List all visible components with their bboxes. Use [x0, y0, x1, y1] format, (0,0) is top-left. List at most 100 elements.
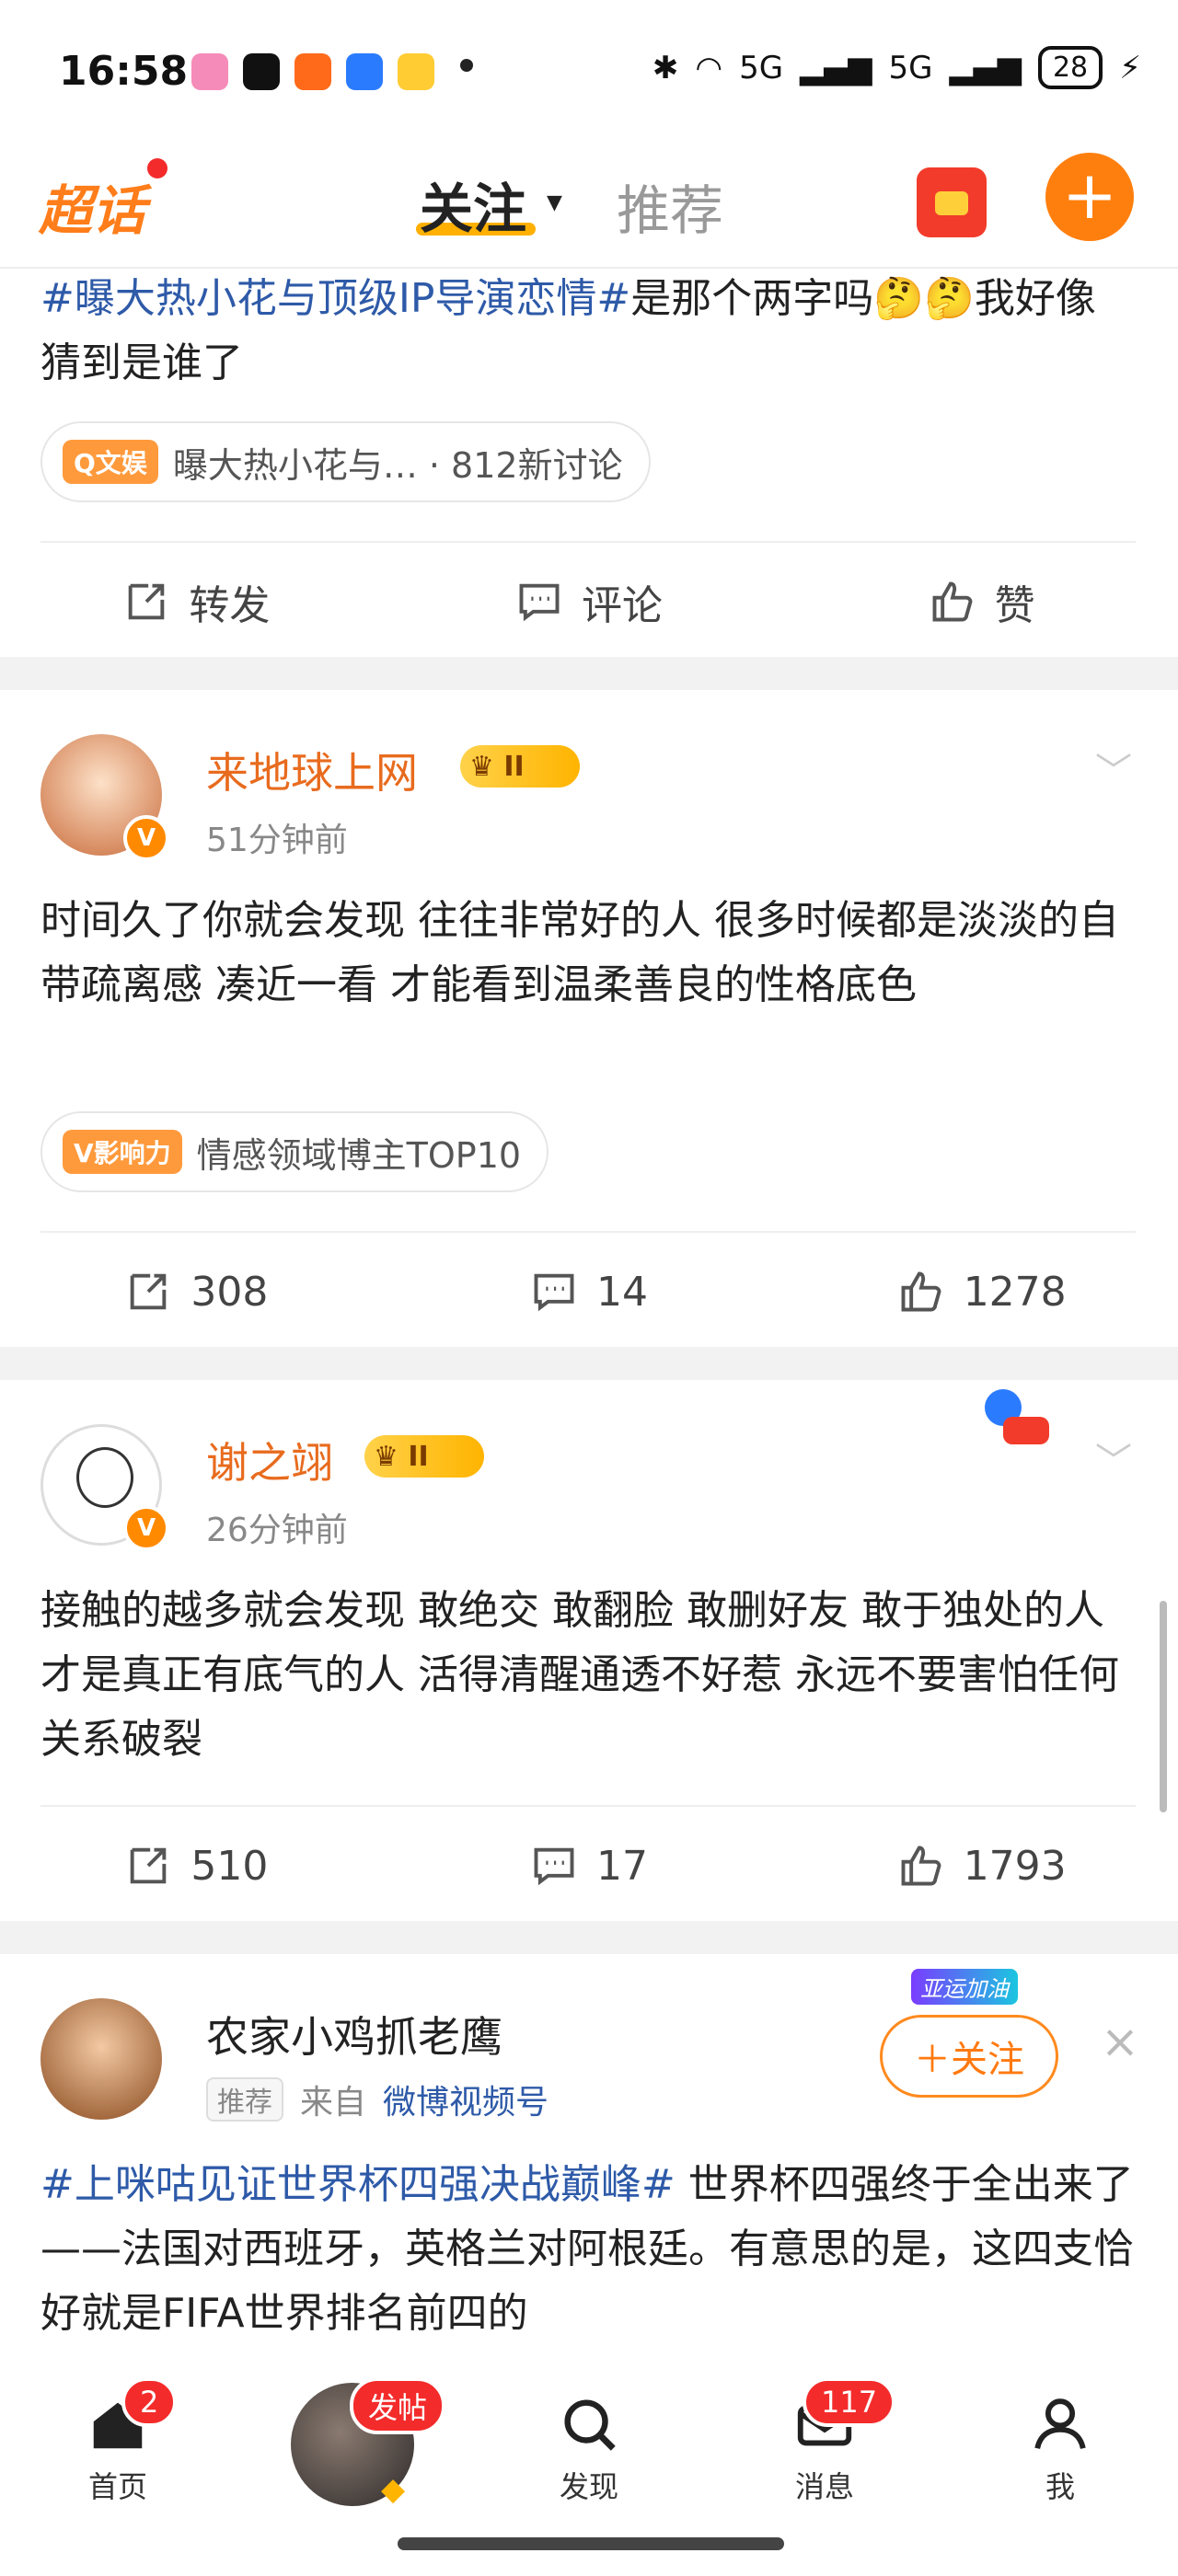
feed-separator — [0, 1347, 1178, 1380]
nav-messages-label: 消息 — [794, 2469, 854, 2504]
feed-separator — [0, 1921, 1178, 1954]
clock: 16:58 — [59, 48, 189, 95]
post-button-label[interactable]: 发帖 — [350, 2377, 446, 2434]
chevron-down-icon[interactable]: ﹀ — [1095, 1432, 1132, 1485]
level-badge: ♛ II — [460, 745, 580, 788]
post-text: #曝大热小花与顶级IP导演恋情#是那个两字吗🤔🤔我好像猜到是谁了 — [40, 267, 1136, 396]
comment-icon — [534, 1273, 574, 1312]
comment-label: 评论 — [582, 582, 663, 629]
status-bar: 16:58 ✱ ◠ 5G ▂▄▆ 5G ▂▄▆ 28 ⚡ — [0, 0, 1178, 147]
chip-text: 情感领域博主TOP10 — [196, 1134, 522, 1176]
topic-link[interactable]: #曝大热小花与顶级IP导演恋情# — [40, 275, 630, 322]
top-header — [0, 147, 1178, 269]
post-time: 26分钟前 — [206, 1512, 348, 1549]
compose-plus-button[interactable]: + — [1045, 153, 1134, 241]
battery-level: 28 — [1037, 46, 1103, 89]
chevron-down-icon[interactable]: ﹀ — [1095, 742, 1132, 795]
nav-me-label: 我 — [1045, 2469, 1075, 2504]
comment-button[interactable]: 17 — [393, 1820, 786, 1912]
divider — [40, 1231, 1136, 1233]
search-icon — [564, 2399, 616, 2451]
verified-badge-icon: V — [123, 815, 169, 861]
caret-down-icon[interactable]: ▼ — [547, 191, 562, 214]
bilibili-icon — [191, 53, 228, 90]
action-bar: 转发 评论 赞 — [0, 556, 1178, 648]
tiktok-icon — [243, 53, 280, 90]
comment-count: 17 — [596, 1842, 648, 1890]
divider — [40, 1805, 1136, 1807]
nav-discover[interactable]: 发现 — [525, 2392, 653, 2506]
username[interactable]: 农家小鸡抓老鹰 — [206, 2004, 502, 2064]
repost-count: 510 — [191, 1842, 269, 1890]
signal-1: 5G — [739, 49, 784, 86]
nav-home-label: 首页 — [87, 2469, 147, 2504]
repost-button[interactable]: 转发 — [0, 556, 393, 648]
level-badge: ♛ II — [364, 1435, 484, 1478]
like-button[interactable]: 1278 — [785, 1246, 1178, 1338]
topic-chip[interactable]: Q文娱 曝大热小花与… · 812新讨论 — [40, 421, 651, 502]
signal-bars-icon: ▂▄▆ — [949, 49, 1022, 86]
nav-discover-label: 发现 — [559, 2469, 618, 2504]
comment-button[interactable]: 评论 — [393, 556, 786, 648]
chip-tag: Q文娱 — [63, 440, 158, 484]
profile-icon — [1034, 2398, 1086, 2449]
repost-count: 308 — [191, 1268, 269, 1316]
post-text: #上咪咕见证世界杯四强决战巅峰# 世界杯四强终于全出来了——法国对西班牙，英格兰… — [40, 2153, 1136, 2364]
tab-recommend[interactable]: 推荐 — [617, 167, 723, 245]
like-count: 1793 — [963, 1842, 1067, 1890]
avatar[interactable] — [40, 1998, 162, 2120]
scrollbar[interactable] — [1160, 1601, 1167, 1812]
thumbs-up-icon — [901, 1846, 941, 1886]
verified-badge-icon: V — [123, 1505, 169, 1551]
follow-button[interactable]: ＋关注 — [880, 2015, 1058, 2098]
signal-2: 5G — [888, 49, 933, 86]
repost-icon — [129, 583, 165, 620]
wifi-icon: ◠ — [695, 49, 723, 86]
like-label: 赞 — [994, 582, 1035, 629]
chip-tag: V影响力 — [63, 1130, 182, 1174]
topic-link[interactable]: #上咪咕见证世界杯四强决战巅峰# — [40, 2161, 676, 2208]
like-button[interactable]: 1793 — [785, 1820, 1178, 1912]
nav-me[interactable]: 我 — [996, 2392, 1125, 2506]
repost-button[interactable]: 308 — [0, 1246, 393, 1338]
feed-separator — [0, 657, 1178, 690]
post-time: 51分钟前 — [206, 822, 348, 859]
kuaishou-icon — [294, 53, 331, 90]
notification-dot — [147, 158, 167, 178]
influence-chip[interactable]: V影响力 情感领域博主TOP10 — [40, 1111, 549, 1192]
status-right: ✱ ◠ 5G ▂▄▆ 5G ▂▄▆ 28 ⚡ — [653, 46, 1141, 89]
repost-icon — [131, 1847, 167, 1884]
thumbs-up-icon — [932, 581, 973, 622]
repost-label: 转发 — [189, 582, 271, 629]
comment-icon — [519, 583, 560, 622]
like-button[interactable]: 赞 — [785, 556, 1178, 648]
post-meta: 推荐 来自 微博视频号 — [206, 2076, 549, 2123]
chip-text: 曝大热小花与… · 812新讨论 — [172, 444, 623, 486]
source-link[interactable]: 微博视频号 — [383, 2076, 549, 2123]
home-indicator[interactable] — [398, 2537, 784, 2550]
repost-icon — [131, 1273, 167, 1310]
comment-button[interactable]: 14 — [393, 1246, 786, 1338]
runner-sticker-icon — [957, 1380, 1077, 1463]
app-icon — [346, 53, 383, 90]
supertopic-logo[interactable]: 超话 — [39, 167, 145, 245]
tab-follow[interactable]: 关注 — [420, 166, 526, 243]
charging-icon: ⚡ — [1119, 49, 1141, 86]
post-body: 接触的越多就会发现 敢绝交 敢翻脸 敢删好友 敢于独处的人 才是真正有底气的人 … — [40, 1587, 1119, 1763]
username[interactable]: 谢之翊 — [206, 1430, 333, 1490]
close-icon[interactable]: × — [1101, 2015, 1139, 2068]
post-body: 时间久了你就会发现 往往非常好的人 很多时候都是淡淡的自带疏离感 凑近一看 才能… — [40, 897, 1119, 1008]
divider — [40, 541, 1136, 543]
more-notifications-dot — [460, 59, 473, 72]
red-packet-icon[interactable] — [917, 167, 987, 237]
action-bar: 510 17 1793 — [0, 1820, 1178, 1912]
comment-count: 14 — [596, 1268, 648, 1316]
action-bar: 308 14 1278 — [0, 1246, 1178, 1338]
diamond-icon: ◆ — [381, 2471, 406, 2508]
video-app-icon — [398, 53, 434, 90]
username[interactable]: 来地球上网 — [206, 740, 418, 800]
signal-bars-icon: ▂▄▆ — [800, 49, 872, 86]
repost-button[interactable]: 510 — [0, 1820, 393, 1912]
like-count: 1278 — [963, 1268, 1067, 1316]
comment-icon — [534, 1847, 574, 1886]
